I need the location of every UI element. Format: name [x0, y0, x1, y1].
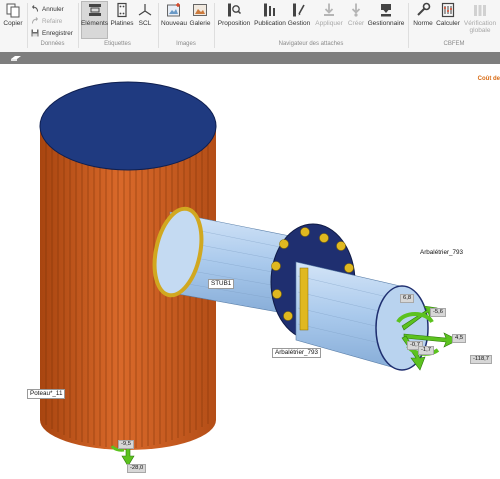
new-image-label: Nouveau [160, 20, 188, 27]
verification-label-line1: Vérification [463, 20, 497, 27]
label-brace-center[interactable]: Arbalétrier_793 [272, 348, 322, 358]
redo-label: Refaire [42, 17, 63, 25]
manager-icon [381, 4, 391, 17]
publication-button[interactable]: Publication [253, 2, 287, 38]
redo-button[interactable]: Refaire [31, 17, 62, 25]
management-label: Gestion [287, 20, 311, 27]
apply-icon [324, 3, 334, 16]
verification-label-line2: globale [469, 27, 491, 34]
group-label-labels: Etiquettes [104, 41, 131, 47]
view-toolbar [0, 52, 500, 64]
wrench-icon [417, 2, 431, 16]
save-label: Enregistrer [42, 29, 73, 37]
redo-icon [32, 17, 38, 24]
group-label-data: Données [40, 41, 65, 47]
plates-icon [117, 2, 127, 18]
calculate-button[interactable]: Calculer [436, 2, 460, 38]
elements-icon [88, 4, 101, 16]
value-v6: -1,7 [418, 346, 434, 355]
undo-icon [32, 5, 38, 12]
copy-button[interactable]: Copier [2, 2, 24, 38]
new-image-button[interactable]: Nouveau [161, 2, 187, 38]
value-v1: 6,8 [400, 294, 415, 303]
save-icon [31, 29, 39, 37]
value-column-small: -9,5 [118, 440, 134, 449]
group-label-cbfem: CBFEM [443, 41, 465, 47]
new-image-icon [167, 3, 180, 17]
create-button[interactable]: Créer [345, 2, 367, 38]
3d-model-scene [39, 81, 459, 467]
scl-axes-icon [138, 4, 152, 16]
copy-label: Copier [3, 20, 23, 27]
label-column[interactable]: Poteau*_11 [27, 389, 66, 399]
verification-icon [474, 5, 486, 16]
group-label-navigator: Navigateur des attaches [278, 41, 344, 47]
norm-button[interactable]: Norme [411, 2, 435, 38]
plates-button[interactable]: Platines [110, 2, 134, 38]
calculate-label: Calculer [436, 20, 460, 27]
label-brace-right[interactable]: Arbalétrier_793 [418, 249, 465, 257]
label-stub[interactable]: STUB1 [208, 279, 235, 289]
management-button[interactable]: Gestion [288, 2, 310, 38]
create-label: Créer [347, 20, 365, 27]
create-icon [351, 3, 361, 17]
save-button[interactable]: Enregistrer [31, 29, 73, 37]
norm-label: Norme [413, 20, 433, 27]
value-column-force: -28,0 [127, 464, 147, 473]
undo-button[interactable]: Annuler [31, 5, 64, 13]
gallery-button[interactable]: Galerie [188, 2, 212, 38]
apply-button[interactable]: Appliquer [315, 2, 343, 38]
plates-label: Platines [110, 20, 134, 27]
publication-icon [264, 3, 275, 17]
proposition-button[interactable]: Proposition [217, 2, 251, 38]
proposition-icon [228, 3, 242, 17]
copy-icon [6, 3, 20, 18]
proposition-label: Proposition [217, 20, 251, 27]
management-icon [293, 3, 305, 17]
global-verification-button[interactable]: Vérification globale [461, 2, 499, 38]
value-v3: 4,5 [452, 334, 467, 343]
scl-button[interactable]: SCL [135, 2, 155, 38]
ribbon-toolbar: Copier Annuler Refaire Enregistrer Donné… [0, 0, 500, 53]
scl-label: SCL [138, 20, 152, 27]
gallery-label: Galerie [189, 20, 211, 27]
apply-label: Appliquer [315, 20, 343, 27]
group-label-images: Images [176, 41, 196, 47]
manager-label: Gestionnaire [367, 20, 405, 27]
publication-label: Publication [254, 20, 286, 27]
view-mode-icon[interactable] [10, 54, 22, 62]
verification-label: Vérification globale [464, 20, 496, 34]
value-v2: -5,6 [430, 308, 446, 317]
manager-button[interactable]: Gestionnaire [367, 2, 405, 38]
elements-button[interactable]: Eléments [81, 1, 108, 39]
elements-label: Eléments [80, 20, 109, 27]
calculator-icon [441, 2, 455, 18]
gallery-icon [193, 4, 207, 16]
value-v5: -118,7 [470, 355, 493, 364]
undo-label: Annuler [42, 5, 64, 13]
